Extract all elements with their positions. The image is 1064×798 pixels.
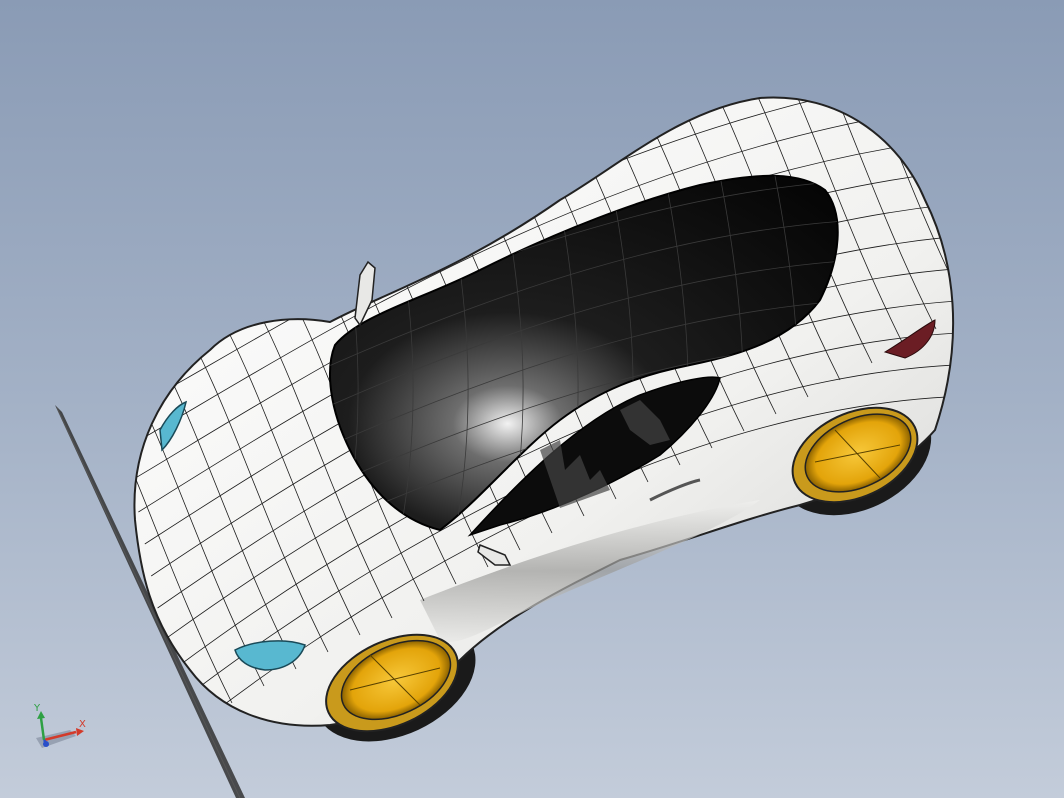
coordinate-triad: X Y <box>28 704 98 754</box>
y-axis-label: Y <box>34 703 41 714</box>
z-axis-origin <box>43 741 49 747</box>
graphics-viewport[interactable]: X Y <box>0 0 1064 798</box>
car-model-render[interactable] <box>0 0 1064 798</box>
y-axis-arrow <box>39 717 46 741</box>
x-axis-label: X <box>79 719 86 730</box>
